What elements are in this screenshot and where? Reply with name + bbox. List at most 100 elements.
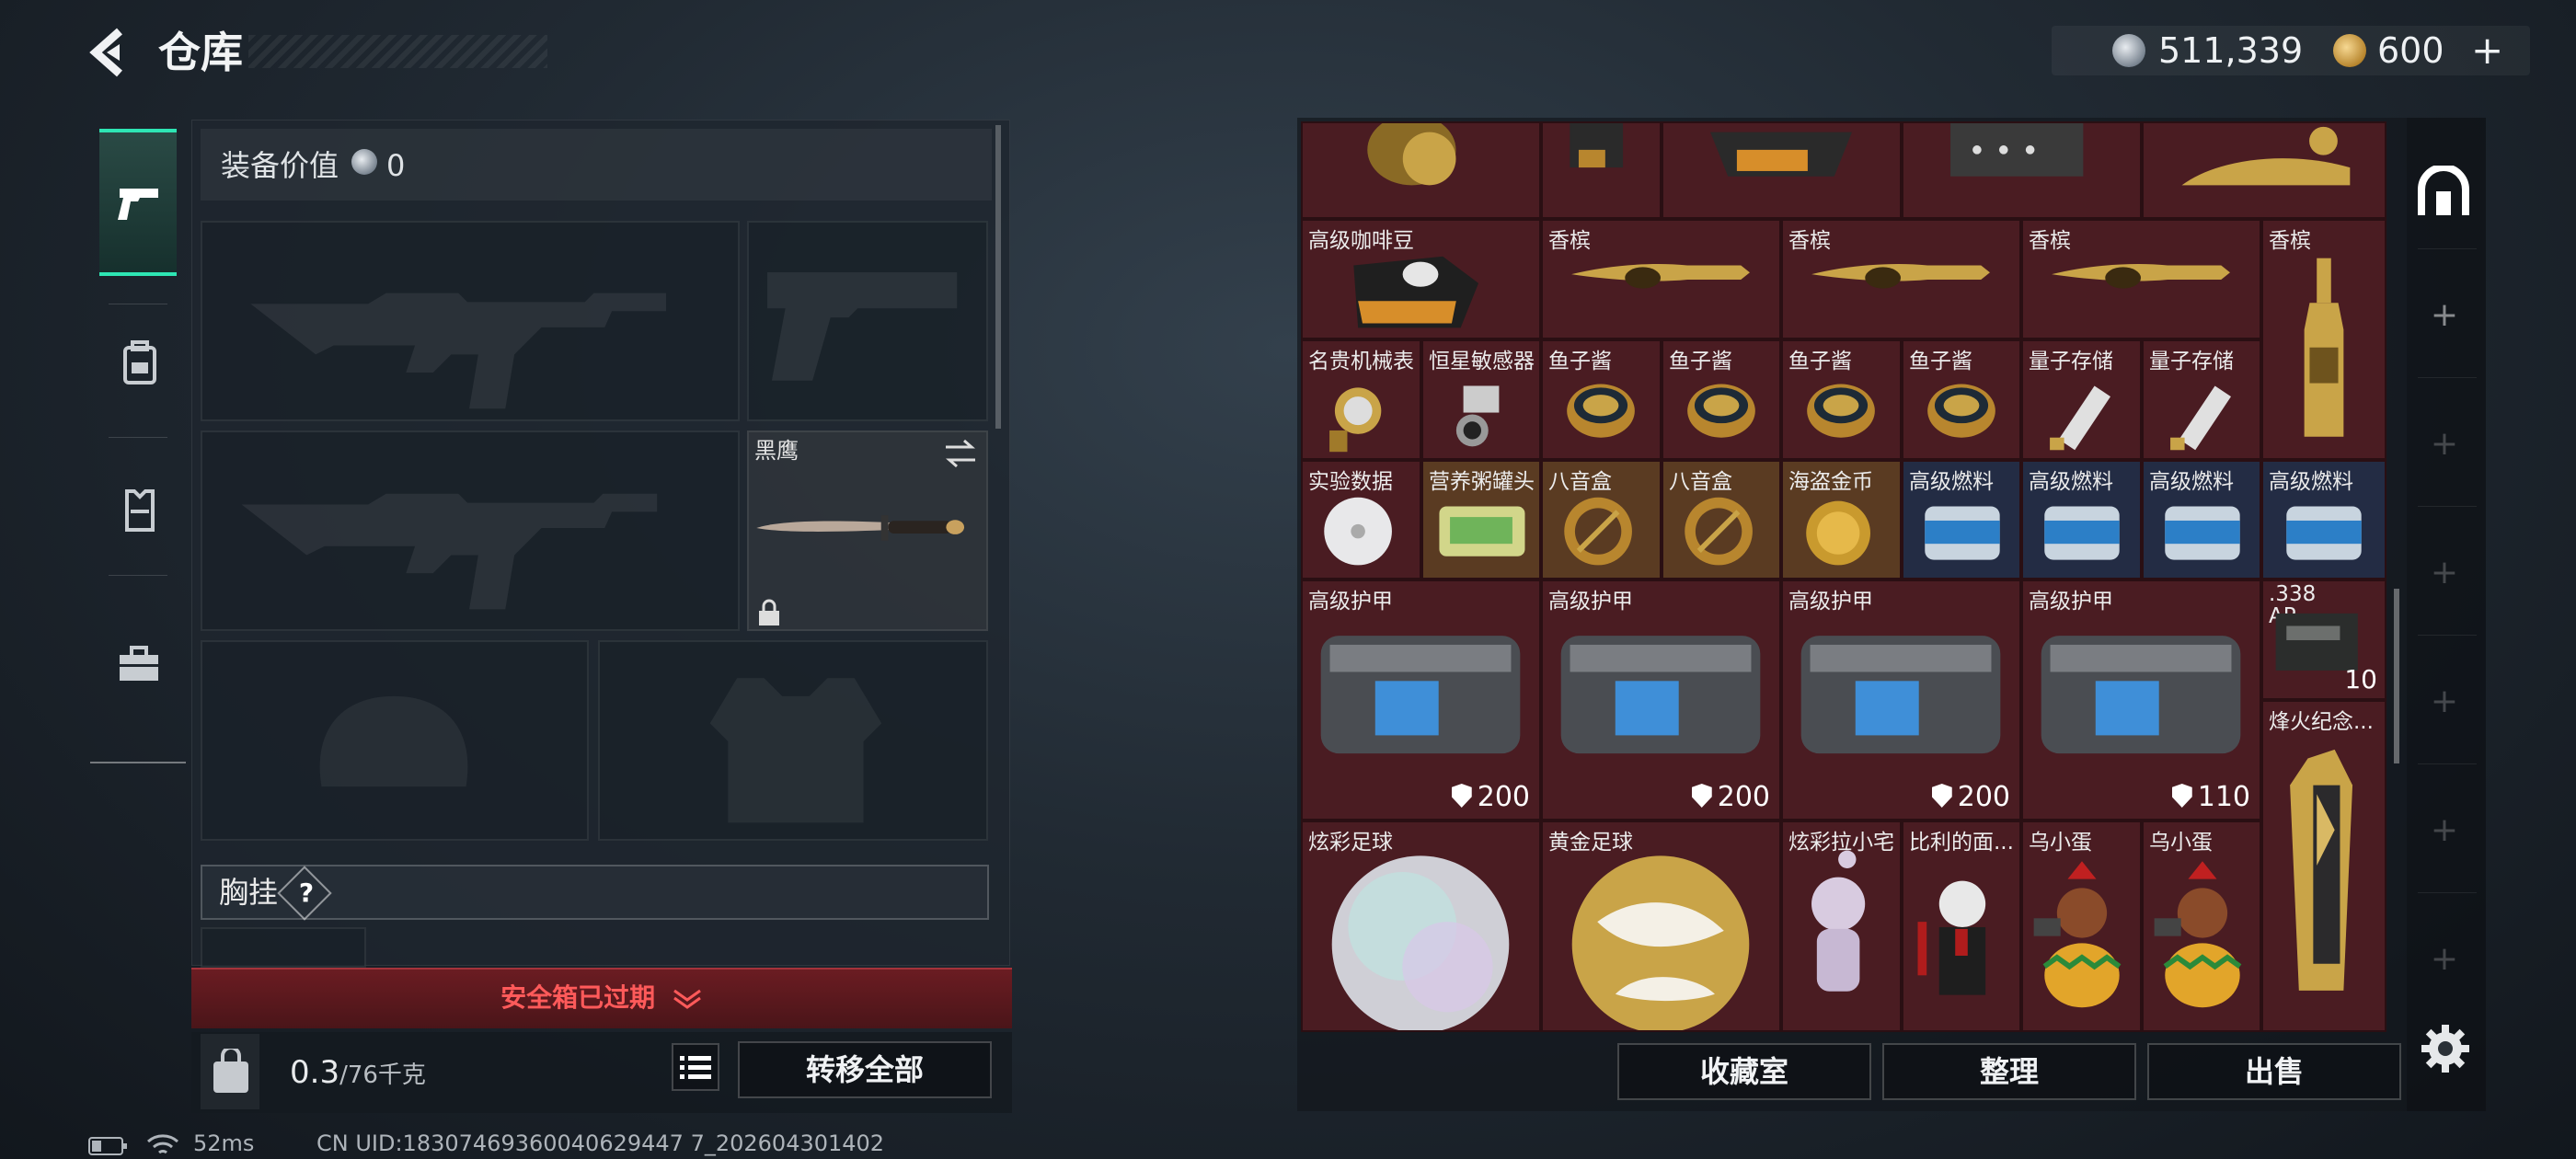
armor-slot[interactable] (598, 640, 988, 841)
backpack-icon (123, 340, 156, 384)
plus-icon[interactable]: + (2429, 940, 2460, 978)
shield-icon (2171, 784, 2192, 808)
list-item[interactable] (1662, 121, 1902, 219)
list-item[interactable]: 高级燃料 (2021, 460, 2142, 580)
list-item[interactable]: 鱼子酱 (1541, 339, 1662, 460)
durability: 200 (1691, 781, 1770, 813)
list-item[interactable]: 鱼子酱 (1662, 339, 1781, 460)
list-icon (680, 1056, 711, 1079)
chevron-down-icon (673, 989, 701, 1009)
list-item[interactable]: 高级护甲 200 (1541, 580, 1781, 820)
list-item[interactable]: 烽火纪念... (2261, 700, 2386, 1032)
list-item[interactable]: 黄金足球 (1541, 820, 1781, 1032)
list-item[interactable]: 高级护甲 200 (1781, 580, 2021, 820)
list-item[interactable]: 八音盒 (1541, 460, 1662, 580)
list-item[interactable]: 鱼子酱 (1902, 339, 2021, 460)
stash-grid: 高级咖啡豆 香槟 香槟 香槟 香槟 名贵机械表 恒星敏感器 鱼子酱 鱼子酱 鱼子… (1301, 121, 2386, 1032)
sort-button[interactable]: 整理 (1882, 1043, 2136, 1100)
list-item[interactable]: 量子存储 (2142, 339, 2261, 460)
list-item[interactable]: 高级燃料 (1902, 460, 2021, 580)
plus-icon[interactable]: + (2429, 296, 2460, 334)
shield-icon (1451, 784, 1472, 808)
list-item[interactable]: 营养粥罐头 (1421, 460, 1541, 580)
silver-coin-icon (2112, 34, 2145, 67)
list-item[interactable]: 量子存储 (2021, 339, 2142, 460)
tab-vest[interactable] (99, 451, 177, 598)
swap-icon[interactable] (942, 438, 979, 469)
plus-icon[interactable]: + (2429, 554, 2460, 591)
list-item[interactable]: 高级护甲 200 (1301, 580, 1541, 820)
list-item[interactable]: 乌小蛋 (2021, 820, 2142, 1032)
durability: 110 (2171, 781, 2250, 813)
stash-icon[interactable] (2416, 166, 2471, 217)
loadout-scrollbar[interactable] (995, 125, 1001, 429)
silver-coin-icon (351, 149, 377, 175)
gold-amount: 600 (2377, 30, 2444, 71)
transfer-all-button[interactable]: 转移全部 (738, 1041, 992, 1098)
help-mark: ? (298, 878, 315, 908)
plus-icon[interactable]: + (2429, 683, 2460, 720)
vest-icon (125, 489, 155, 532)
chest-rig-label: 胸挂 (219, 875, 279, 910)
helmet-slot[interactable] (201, 640, 589, 841)
list-item[interactable]: 鱼子酱 (1781, 339, 1902, 460)
weight-readout: 0.3/76千克 (290, 1054, 426, 1091)
back-arrow-icon[interactable] (81, 20, 145, 85)
category-sidebar (90, 120, 191, 763)
list-item[interactable]: 香槟 (2261, 219, 2386, 460)
silver-amount: 511,339 (2158, 30, 2304, 71)
shield-icon (1691, 784, 1712, 808)
list-item[interactable]: 高级燃料 (2142, 460, 2261, 580)
list-item[interactable]: 实验数据 (1301, 460, 1421, 580)
lock-icon (759, 599, 779, 625)
tab-backpack[interactable] (99, 313, 177, 460)
list-item[interactable]: 高级护甲 110 (2021, 580, 2261, 820)
durability: 200 (1931, 781, 2010, 813)
list-item[interactable] (2142, 121, 2386, 219)
primary-weapon-slot[interactable] (201, 221, 740, 421)
page-title: 仓库 (158, 28, 243, 77)
ping: 52ms (193, 1130, 255, 1156)
wifi-icon (147, 1134, 178, 1154)
equip-value: 0 (386, 148, 406, 183)
gold-plus-button[interactable]: + (2471, 26, 2503, 75)
uid: CN UID:18307469360040629447 7_2026043014… (316, 1130, 885, 1156)
list-item[interactable]: 高级咖啡豆 (1301, 219, 1541, 339)
list-item[interactable]: 香槟 (1541, 219, 1781, 339)
list-item[interactable] (1541, 121, 1662, 219)
list-item[interactable]: 乌小蛋 (2142, 820, 2261, 1032)
toolbox-icon (120, 646, 158, 681)
chest-rig-slot[interactable] (201, 927, 366, 968)
list-item[interactable]: 比利的面... (1902, 820, 2021, 1032)
list-view-button[interactable] (672, 1043, 719, 1091)
list-item[interactable]: 八音盒 (1662, 460, 1781, 580)
pistol-icon (118, 189, 158, 220)
gear-icon[interactable] (2420, 1023, 2471, 1074)
durability: 200 (1451, 781, 1530, 813)
list-item[interactable]: 名贵机械表 (1301, 339, 1421, 460)
list-item[interactable]: 香槟 (1781, 219, 2021, 339)
list-item[interactable]: 香槟 (2021, 219, 2261, 339)
tab-tools[interactable] (99, 589, 177, 736)
sell-button[interactable]: 出售 (2147, 1043, 2401, 1100)
secondary-weapon-slot[interactable] (201, 430, 740, 631)
stash-scrollbar[interactable] (2394, 589, 2399, 763)
plus-icon[interactable]: + (2429, 811, 2460, 849)
list-item[interactable]: 海盗金币 (1781, 460, 1902, 580)
list-item[interactable] (1301, 121, 1541, 219)
title-decoration (248, 35, 547, 68)
plus-icon[interactable]: + (2429, 425, 2460, 463)
stack-count: 10 (2344, 664, 2377, 694)
list-item[interactable]: .338 AP 10 (2261, 580, 2386, 700)
list-item[interactable]: 恒星敏感器 (1421, 339, 1541, 460)
tab-weapons[interactable] (99, 129, 177, 276)
list-item[interactable]: 炫彩足球 (1301, 820, 1541, 1032)
collection-button[interactable]: 收藏室 (1617, 1043, 1871, 1100)
safe-box-expired-text: 安全箱已过期 (191, 968, 1012, 1028)
list-item[interactable]: 炫彩拉小宅 (1781, 820, 1902, 1032)
list-item[interactable] (1902, 121, 2142, 219)
battery-icon (88, 1137, 127, 1155)
list-item[interactable]: 高级燃料 (2261, 460, 2386, 580)
pistol-slot[interactable] (747, 221, 988, 421)
equip-value-label: 装备价值 (221, 148, 339, 183)
